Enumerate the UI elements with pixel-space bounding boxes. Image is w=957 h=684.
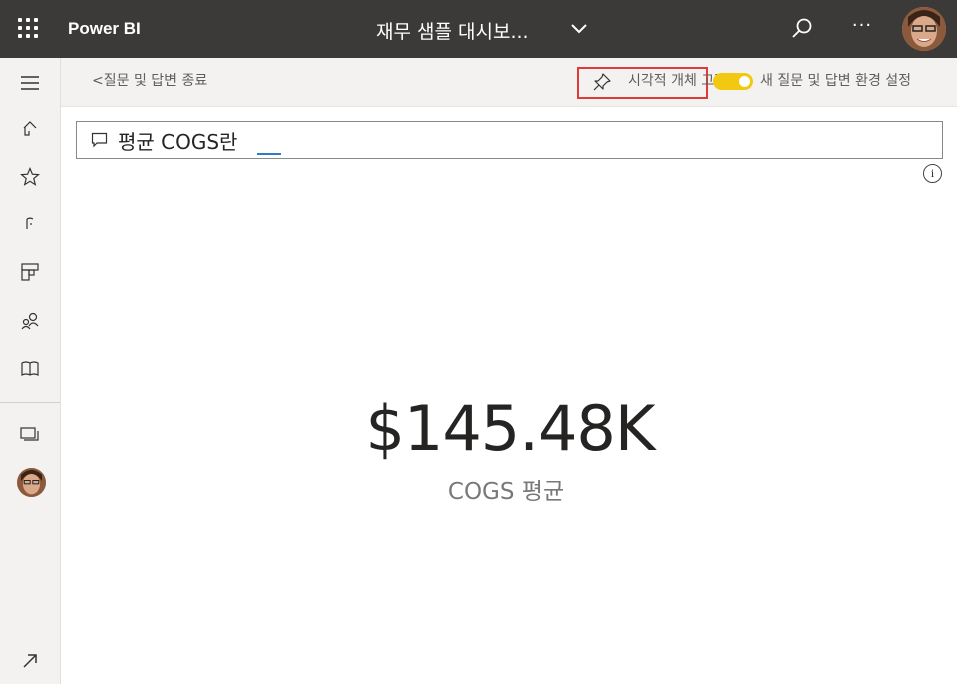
shared-with-me-icon[interactable] [17,308,43,334]
top-bar: Power BI 재무 샘플 대시보... ··· [0,0,957,58]
qa-question-text[interactable]: 평균 COGS란 [118,131,237,153]
chat-bubble-icon [91,132,108,148]
learn-icon[interactable] [17,356,43,382]
recent-icon[interactable] [17,211,43,237]
pin-icon[interactable] [592,72,612,92]
toggle-knob [739,76,750,87]
app-name[interactable]: Power BI [68,19,141,39]
kpi-value: $145.48K [365,392,655,465]
chevron-down-icon[interactable] [570,22,588,36]
exit-qa-link[interactable]: <질문 및 답변 종료 [92,70,207,90]
spellcheck-underline [257,153,281,155]
user-avatar[interactable] [902,7,946,51]
info-icon[interactable]: i [923,164,942,183]
home-icon[interactable] [17,116,43,142]
qa-toolbar: <질문 및 답변 종료 시각적 개체 고정 새 질문 및 답변 환경 설정 [61,58,957,107]
left-nav [0,58,61,684]
kpi-label: COGS 평균 [447,479,565,505]
apps-icon[interactable] [17,259,43,285]
star-icon[interactable] [17,164,43,190]
qa-question-input[interactable]: 평균 COGS란 [76,121,943,159]
expand-icon[interactable] [17,648,43,674]
dashboard-title[interactable]: 재무 샘플 대시보... [376,17,529,44]
new-qa-label: 새 질문 및 답변 환경 설정 [760,73,912,89]
search-icon[interactable] [790,17,814,41]
app-launcher-icon[interactable] [18,18,40,40]
more-options-icon[interactable]: ··· [850,14,874,38]
new-qa-toggle[interactable] [713,73,753,90]
hamburger-icon[interactable] [17,70,43,96]
